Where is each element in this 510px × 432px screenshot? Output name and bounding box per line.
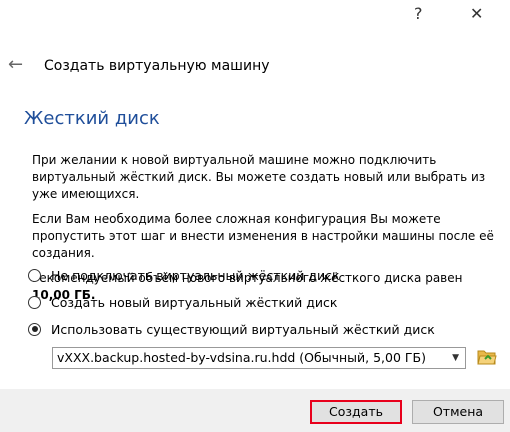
description-paragraph-2: Если Вам необходима более сложная конфиг… [32, 212, 494, 260]
radio-create-new-indicator[interactable] [28, 295, 41, 309]
radio-use-existing-label: Использовать существующий виртуальный жё… [51, 321, 435, 337]
create-button[interactable]: Создать [310, 400, 402, 424]
help-button[interactable]: ? [414, 4, 423, 23]
radio-no-disk-label: Не подключать виртуальный жёсткий диск [51, 267, 340, 283]
radio-use-existing-indicator[interactable] [28, 322, 41, 336]
radio-no-disk[interactable]: Не подключать виртуальный жёсткий диск [28, 265, 340, 285]
description-paragraph-1: При желании к новой виртуальной машине м… [32, 153, 486, 201]
cancel-button[interactable]: Отмена [412, 400, 504, 424]
radio-no-disk-indicator[interactable] [28, 268, 41, 282]
folder-open-icon[interactable] [477, 348, 497, 366]
back-arrow-icon[interactable]: ← [8, 54, 23, 75]
wizard-header: ← Создать виртуальную машину [0, 48, 510, 84]
disk-select[interactable]: vXXX.backup.hosted-by-vdsina.ru.hdd (Обы… [52, 347, 466, 369]
description: При желании к новой виртуальной машине м… [32, 152, 502, 312]
radio-create-new-label: Создать новый виртуальный жёсткий диск [51, 294, 338, 310]
radio-use-existing[interactable]: Использовать существующий виртуальный жё… [28, 319, 435, 339]
disk-select-value: vXXX.backup.hosted-by-vdsina.ru.hdd (Обы… [57, 350, 426, 365]
wizard-title: Создать виртуальную машину [44, 58, 270, 74]
close-button[interactable]: ✕ [470, 4, 483, 23]
title-bar: ? ✕ [0, 0, 510, 32]
radio-create-new[interactable]: Создать новый виртуальный жёсткий диск [28, 292, 337, 312]
dropdown-arrow-icon[interactable]: ▼ [452, 348, 459, 368]
page-title: Жесткий диск [24, 108, 160, 129]
